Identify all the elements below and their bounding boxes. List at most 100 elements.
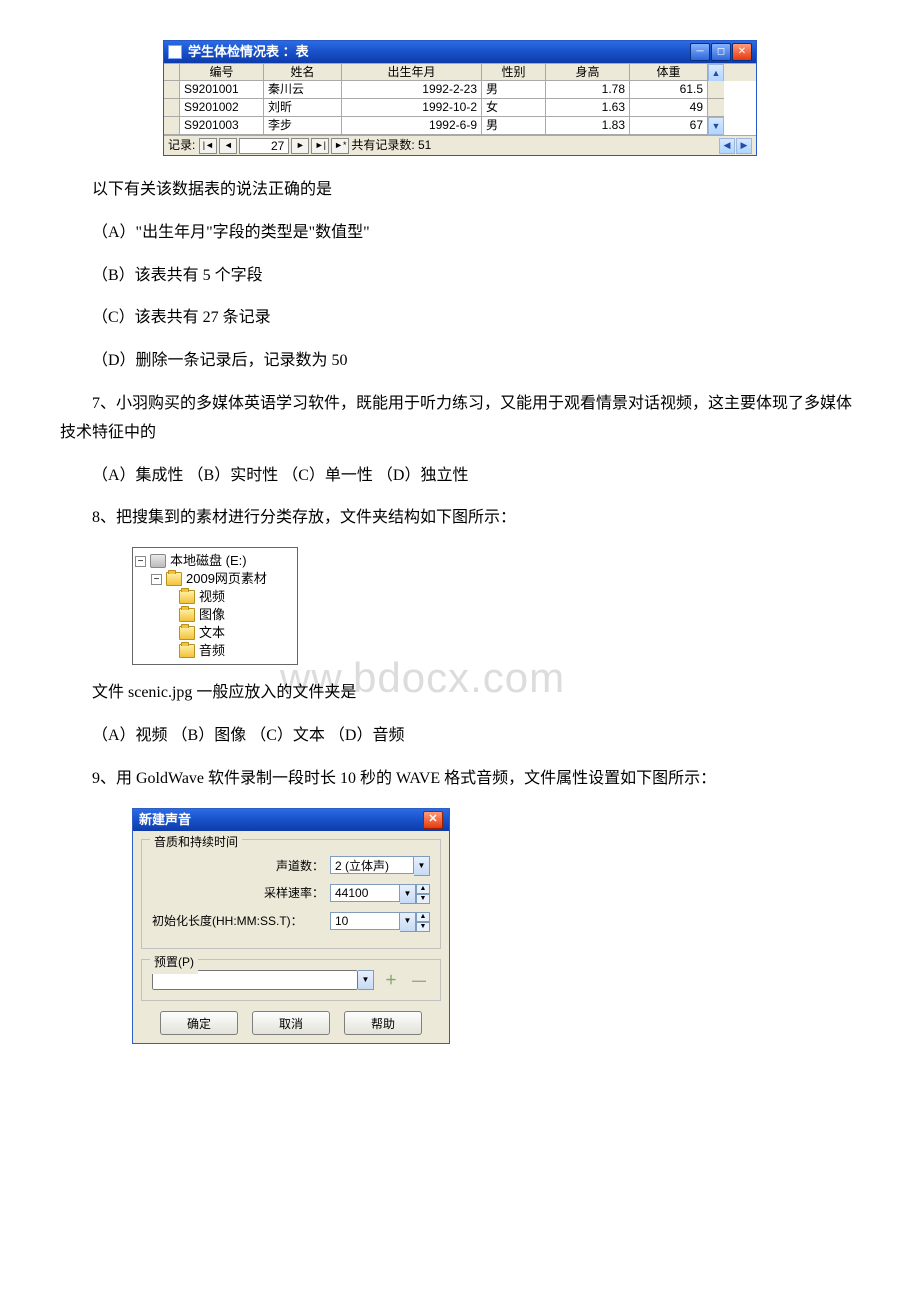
hscroll-right-icon[interactable]: ▶ bbox=[736, 138, 752, 154]
col-header[interactable]: 姓名 bbox=[264, 64, 342, 81]
nav-label: 记录: bbox=[168, 135, 195, 157]
group-legend: 预置(P) bbox=[150, 952, 198, 974]
nav-total-label: 共有记录数: 51 bbox=[351, 135, 431, 157]
col-header[interactable]: 身高 bbox=[546, 64, 630, 81]
dropdown-icon[interactable]: ▼ bbox=[400, 912, 416, 932]
quality-group: 音质和持续时间 声道数： ▼ 采样速率： ▼ ▲ ▼ bbox=[141, 839, 441, 950]
scroll-up-icon[interactable]: ▲ bbox=[708, 64, 724, 82]
cell[interactable]: 李步 bbox=[264, 117, 342, 135]
spin-up-button[interactable]: ▲ bbox=[416, 912, 430, 922]
cell[interactable]: 67 bbox=[630, 117, 708, 135]
tree-node[interactable]: 文本 bbox=[135, 624, 295, 642]
nav-current-input[interactable] bbox=[239, 138, 289, 154]
scroll-track[interactable] bbox=[708, 81, 724, 99]
table-row[interactable]: S9201003 李步 1992-6-9 男 1.83 67 ▼ bbox=[164, 117, 756, 135]
nav-new-button[interactable]: ►* bbox=[331, 138, 349, 154]
dialog-close-button[interactable]: ✕ bbox=[423, 811, 443, 829]
col-header[interactable]: 体重 bbox=[630, 64, 708, 81]
help-button[interactable]: 帮助 bbox=[344, 1011, 422, 1035]
spin-up-button[interactable]: ▲ bbox=[416, 884, 430, 894]
cell[interactable]: 男 bbox=[482, 81, 546, 99]
cell[interactable]: 1992-10-2 bbox=[342, 99, 482, 117]
tree-node[interactable]: 图像 bbox=[135, 606, 295, 624]
col-header[interactable]: 性别 bbox=[482, 64, 546, 81]
preset-add-button[interactable]: ＋ bbox=[380, 973, 402, 987]
dropdown-icon[interactable]: ▼ bbox=[358, 970, 374, 990]
cell[interactable]: 男 bbox=[482, 117, 546, 135]
table-row[interactable]: S9201001 秦川云 1992-2-23 男 1.78 61.5 bbox=[164, 81, 756, 99]
tree-node-root[interactable]: − 2009网页素材 bbox=[135, 570, 295, 588]
folder-tree: − 本地磁盘 (E:) − 2009网页素材 视频 图像 文本 音频 bbox=[132, 547, 298, 665]
cell[interactable]: S9201002 bbox=[180, 99, 264, 117]
minimize-button[interactable]: ─ bbox=[690, 43, 710, 61]
tree-label: 视频 bbox=[199, 588, 225, 606]
scroll-track[interactable] bbox=[708, 99, 724, 117]
channels-label: 声道数： bbox=[276, 856, 324, 878]
nav-first-button[interactable]: |◄ bbox=[199, 138, 217, 154]
tree-node[interactable]: 视频 bbox=[135, 588, 295, 606]
maximize-button[interactable]: ◻ bbox=[711, 43, 731, 61]
cell[interactable]: 女 bbox=[482, 99, 546, 117]
goldwave-dialog: 新建声音 ✕ 音质和持续时间 声道数： ▼ 采样速率： ▼ ▲ ▼ bbox=[132, 808, 450, 1045]
collapse-icon[interactable]: − bbox=[151, 574, 162, 585]
col-header[interactable]: 出生年月 bbox=[342, 64, 482, 81]
ok-button[interactable]: 确定 bbox=[160, 1011, 238, 1035]
table-row[interactable]: S9201002 刘昕 1992-10-2 女 1.63 49 bbox=[164, 99, 756, 117]
cell[interactable]: 1992-6-9 bbox=[342, 117, 482, 135]
option-c: （C）该表共有 27 条记录 bbox=[60, 304, 860, 333]
cell[interactable]: 1992-2-23 bbox=[342, 81, 482, 99]
row-selector-header[interactable] bbox=[164, 64, 180, 81]
option-a: （A）"出生年月"字段的类型是"数值型" bbox=[60, 219, 860, 248]
row-selector[interactable] bbox=[164, 117, 180, 135]
titlebar[interactable]: 学生体检情况表 ：表 ─ ◻ ✕ bbox=[164, 41, 756, 63]
spin-down-button[interactable]: ▼ bbox=[416, 922, 430, 932]
folder-icon bbox=[179, 608, 195, 622]
cell[interactable]: 刘昕 bbox=[264, 99, 342, 117]
cancel-button[interactable]: 取消 bbox=[252, 1011, 330, 1035]
cell[interactable]: 61.5 bbox=[630, 81, 708, 99]
close-button[interactable]: ✕ bbox=[732, 43, 752, 61]
dropdown-icon[interactable]: ▼ bbox=[414, 856, 430, 876]
hscroll-left-icon[interactable]: ◀ bbox=[719, 138, 735, 154]
dropdown-icon[interactable]: ▼ bbox=[400, 884, 416, 904]
option-b: （B）该表共有 5 个字段 bbox=[60, 262, 860, 291]
cell[interactable]: S9201001 bbox=[180, 81, 264, 99]
access-table-window: 学生体检情况表 ：表 ─ ◻ ✕ 编号 姓名 出生年月 性别 身高 体重 ▲ S… bbox=[163, 40, 757, 156]
preset-remove-button[interactable]: — bbox=[408, 973, 430, 987]
scroll-down-icon[interactable]: ▼ bbox=[708, 117, 724, 135]
nav-last-button[interactable]: ►| bbox=[311, 138, 329, 154]
tree-label: 本地磁盘 (E:) bbox=[170, 552, 247, 570]
row-selector[interactable] bbox=[164, 81, 180, 99]
dialog-titlebar[interactable]: 新建声音 ✕ bbox=[133, 809, 449, 831]
group-legend: 音质和持续时间 bbox=[150, 832, 242, 854]
question-7: 7、小羽购买的多媒体英语学习软件，既能用于听力练习，又能用于观看情景对话视频，这… bbox=[60, 390, 860, 448]
rate-input[interactable] bbox=[330, 884, 400, 902]
tree-label: 文本 bbox=[199, 624, 225, 642]
row-selector[interactable] bbox=[164, 99, 180, 117]
rate-label: 采样速率： bbox=[264, 883, 324, 905]
cell[interactable]: 1.83 bbox=[546, 117, 630, 135]
option-d: （D）删除一条记录后，记录数为 50 bbox=[60, 347, 860, 376]
col-header[interactable]: 编号 bbox=[180, 64, 264, 81]
disk-icon bbox=[150, 554, 166, 568]
folder-icon bbox=[179, 590, 195, 604]
question-intro: 以下有关该数据表的说法正确的是 bbox=[60, 176, 860, 205]
record-navigator: 记录: |◄ ◄ ► ►| ►* 共有记录数: 51 ◀ ▶ bbox=[164, 135, 756, 155]
tree-node[interactable]: 音频 bbox=[135, 642, 295, 660]
cell[interactable]: 1.78 bbox=[546, 81, 630, 99]
collapse-icon[interactable]: − bbox=[135, 556, 146, 567]
nav-prev-button[interactable]: ◄ bbox=[219, 138, 237, 154]
tree-node-disk[interactable]: − 本地磁盘 (E:) bbox=[135, 552, 295, 570]
cell[interactable]: 49 bbox=[630, 99, 708, 117]
nav-next-button[interactable]: ► bbox=[291, 138, 309, 154]
cell[interactable]: 1.63 bbox=[546, 99, 630, 117]
length-input[interactable] bbox=[330, 912, 400, 930]
folder-icon bbox=[179, 626, 195, 640]
dialog-title: 新建声音 bbox=[139, 808, 423, 831]
cell[interactable]: 秦川云 bbox=[264, 81, 342, 99]
question-9: 9、用 GoldWave 软件录制一段时长 10 秒的 WAVE 格式音频，文件… bbox=[60, 765, 860, 794]
channels-input[interactable] bbox=[330, 856, 414, 874]
spin-down-button[interactable]: ▼ bbox=[416, 894, 430, 904]
window-title: 学生体检情况表 ：表 bbox=[188, 40, 690, 63]
cell[interactable]: S9201003 bbox=[180, 117, 264, 135]
